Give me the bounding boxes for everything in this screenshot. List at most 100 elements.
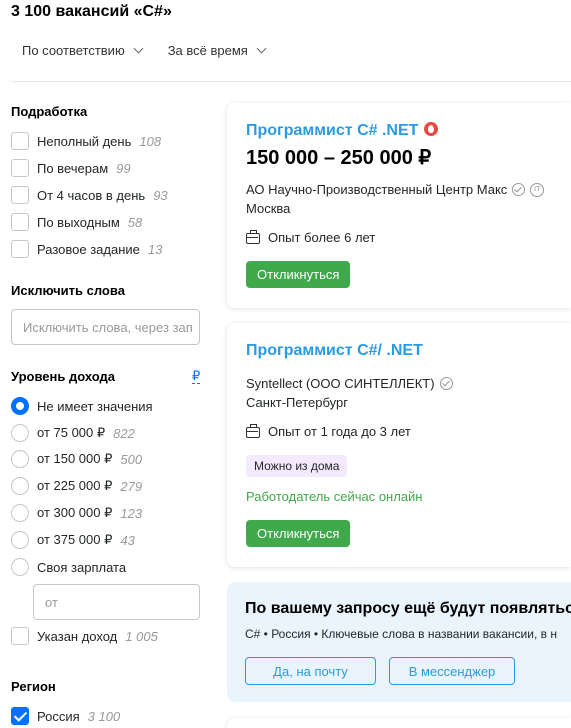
vacancy-experience: Опыт более 6 лет: [246, 230, 375, 245]
subscribe-email-button[interactable]: Да, на почту: [245, 657, 376, 685]
radio-button[interactable]: [11, 504, 29, 522]
vacancy-card: Программист С#/ .NET Syntellect (ООО СИН…: [227, 323, 571, 567]
subscription-promo: По вашему запросу ещё будут появляться C…: [227, 582, 571, 702]
income-option[interactable]: от 375 000 ₽ 43: [11, 530, 135, 550]
radio-button[interactable]: [11, 424, 29, 442]
chevron-down-icon: [133, 43, 144, 54]
option-count: 822: [113, 425, 135, 441]
vacancy-company: Syntellect (ООО СИНТЕЛЛЕКТ): [246, 376, 453, 391]
briefcase-icon: [246, 230, 260, 244]
option-label: от 150 000 ₽: [37, 451, 113, 466]
vacancy-city: Москва: [246, 201, 291, 216]
filter-parttime-option[interactable]: По выходным 58: [11, 212, 142, 232]
option-label: Неполный день: [37, 133, 132, 149]
checkbox[interactable]: [11, 213, 29, 231]
checkbox[interactable]: [11, 159, 29, 177]
verified-check-icon: [439, 377, 453, 390]
filter-parttime-option[interactable]: Неполный день 108: [11, 131, 161, 151]
income-option[interactable]: Своя зарплата: [11, 557, 126, 577]
radio-button[interactable]: [11, 558, 29, 576]
company-name-link[interactable]: АО Научно-Производственный Центр Макс: [246, 182, 507, 197]
radio-button[interactable]: [11, 531, 29, 549]
income-specified-option[interactable]: Указан доход 1 005: [11, 626, 158, 646]
verified-check-icon: [512, 183, 526, 196]
option-count: 99: [116, 160, 131, 176]
income-option[interactable]: Не имеет значения: [11, 396, 153, 416]
fire-icon: [424, 122, 439, 136]
option-count: 93: [153, 187, 168, 203]
sort-period-dropdown[interactable]: За всё время: [167, 43, 267, 58]
it-accreditation-icon: IT: [530, 182, 545, 197]
option-label: По выходным: [37, 214, 120, 230]
experience-label: Опыт более 6 лет: [268, 230, 376, 245]
promo-subtitle: C# • Россия • Ключевые слова в названии …: [245, 627, 557, 641]
experience-label: Опыт от 1 года до 3 лет: [268, 424, 411, 439]
radio-button[interactable]: [11, 477, 29, 495]
filter-region-title: Регион: [11, 679, 56, 694]
checkbox[interactable]: [11, 132, 29, 150]
option-count: 43: [120, 532, 135, 548]
company-name-link[interactable]: Syntellect (ООО СИНТЕЛЛЕКТ): [246, 376, 435, 391]
region-option[interactable]: Россия 3 100: [11, 706, 120, 726]
apply-button[interactable]: Откликнуться: [246, 261, 351, 288]
own-salary-input[interactable]: от: [33, 584, 200, 620]
option-label: от 375 000 ₽: [37, 532, 113, 547]
option-label: Россия: [37, 708, 80, 724]
radio-button[interactable]: [11, 397, 29, 415]
option-count: 279: [120, 478, 143, 494]
subscribe-messenger-button[interactable]: В мессенджер: [389, 657, 515, 685]
option-label: Разовое задание: [37, 241, 140, 257]
option-count: 123: [120, 505, 143, 521]
option-label: От 4 часов в день: [37, 187, 146, 203]
vacancy-experience: Опыт от 1 года до 3 лет: [246, 424, 411, 439]
vacancy-title: Программист C# .NET: [246, 122, 419, 139]
sort-relevance-dropdown[interactable]: По соответствию: [22, 43, 144, 58]
option-label: от 300 000 ₽: [37, 505, 113, 520]
chevron-down-icon: [256, 43, 267, 54]
option-label: от 75 000 ₽: [37, 425, 106, 440]
checkbox[interactable]: [11, 186, 29, 204]
option-label: Не имеет значения: [37, 398, 153, 414]
checkbox[interactable]: [11, 627, 29, 645]
apply-button[interactable]: Откликнуться: [246, 520, 351, 547]
income-option[interactable]: от 300 000 ₽ 123: [11, 503, 142, 523]
filter-parttime-option[interactable]: По вечерам 99: [11, 158, 131, 178]
vacancy-city: Санкт-Петербург: [246, 395, 348, 410]
exclude-words-input[interactable]: Исключить слова, через зап: [11, 309, 200, 345]
income-option[interactable]: от 75 000 ₽ 822: [11, 423, 135, 443]
filter-parttime-title: Подработка: [11, 104, 88, 119]
option-count: 1 005: [125, 628, 158, 644]
vacancy-title-link[interactable]: Программист C# .NET: [246, 122, 439, 140]
vacancy-salary: 150 000 – 250 000 ₽: [246, 147, 432, 169]
search-title: 3 100 вакансий «C#»: [11, 3, 172, 20]
vacancy-company: АО Научно-Производственный Центр Макс IT: [246, 182, 545, 197]
briefcase-icon: [246, 424, 260, 438]
sort-relevance-label: По соответствию: [22, 43, 125, 58]
filter-parttime-option[interactable]: Разовое задание 13: [11, 239, 162, 259]
header-divider: [11, 81, 571, 82]
income-option[interactable]: от 225 000 ₽ 279: [11, 476, 142, 496]
option-label: Своя зарплата: [37, 559, 127, 575]
currency-switch-link[interactable]: ₽: [192, 369, 201, 384]
option-count: 108: [139, 133, 162, 149]
income-option[interactable]: от 150 000 ₽ 500: [11, 449, 142, 469]
sort-bar: По соответствию За всё время: [22, 43, 267, 58]
employer-online-status: Работодатель сейчас онлайн: [246, 489, 423, 504]
checkbox[interactable]: [11, 240, 29, 258]
filter-parttime-option[interactable]: От 4 часов в день 93: [11, 185, 168, 205]
option-label: Указан доход: [37, 628, 118, 644]
checkbox-checked[interactable]: [11, 707, 29, 725]
radio-button[interactable]: [11, 450, 29, 468]
filter-exclude-title: Исключить слова: [11, 283, 125, 298]
sort-period-label: За всё время: [167, 43, 248, 58]
remote-tag: Можно из дома: [246, 455, 348, 477]
vacancy-card: [227, 718, 571, 728]
option-count: 3 100: [87, 708, 121, 724]
option-count: 13: [147, 241, 163, 257]
option-count: 500: [120, 451, 143, 467]
option-count: 58: [127, 214, 143, 230]
filter-income-title: Уровень дохода: [11, 369, 116, 384]
promo-title: По вашему запросу ещё будут появляться: [245, 600, 571, 617]
vacancy-title-link[interactable]: Программист С#/ .NET: [246, 342, 423, 360]
vacancy-card: Программист C# .NET 150 000 – 250 000 ₽ …: [227, 103, 571, 308]
